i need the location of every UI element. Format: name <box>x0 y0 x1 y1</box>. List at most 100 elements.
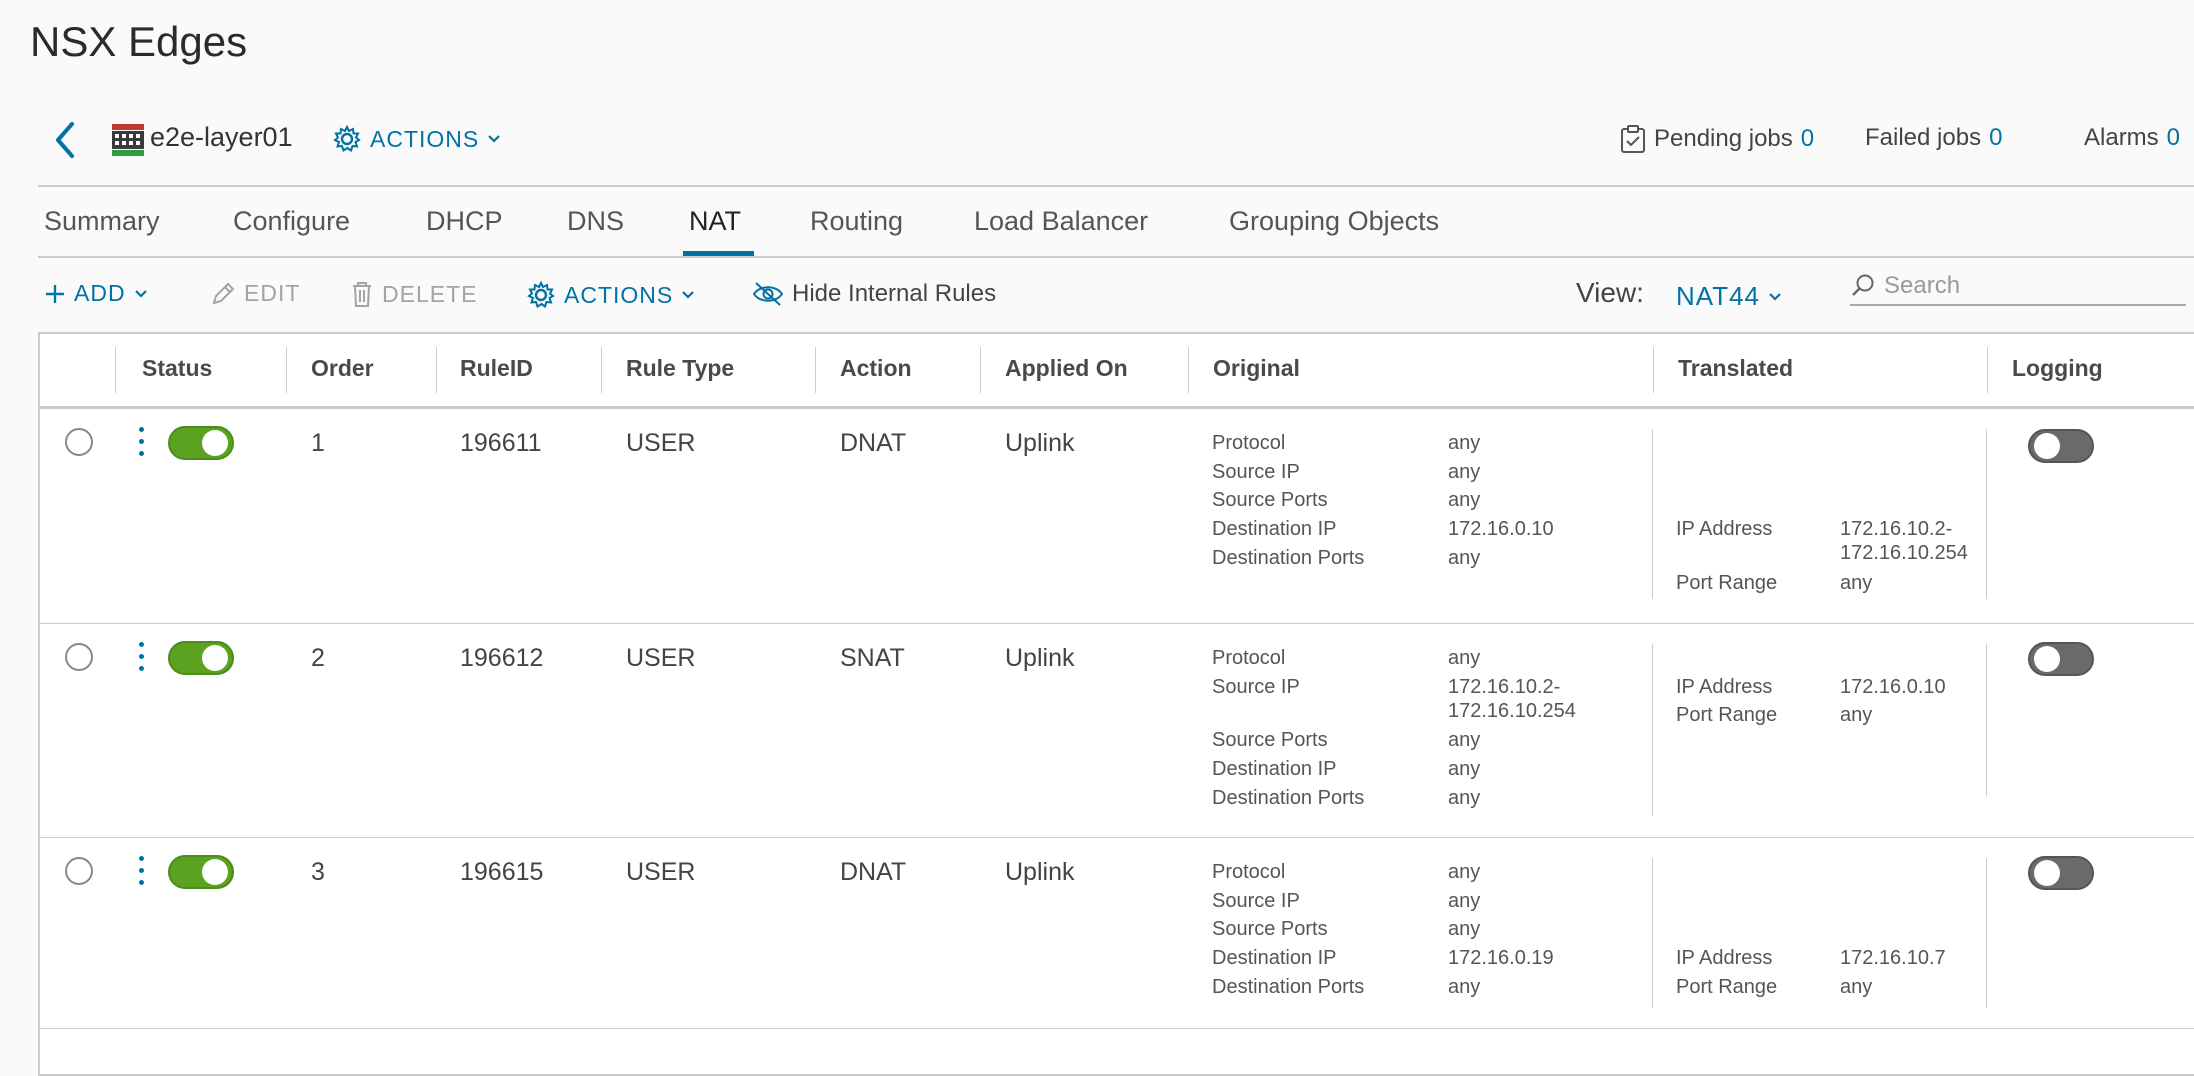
tab-load-balancer[interactable]: Load Balancer <box>974 206 1148 237</box>
tabs-divider <box>38 256 2194 258</box>
logging-toggle[interactable] <box>2028 429 2094 463</box>
table-row[interactable]: 3 196615 USER DNAT Uplink Protocol any S… <box>40 838 2194 1029</box>
column-header-applied-on[interactable]: Applied On <box>1005 355 1128 382</box>
tab-routing[interactable]: Routing <box>810 206 903 237</box>
original-value: any <box>1448 861 1481 883</box>
rule-id: 196615 <box>460 858 544 886</box>
cell-divider <box>1652 858 1653 1008</box>
row-menu-icon[interactable] <box>136 642 146 676</box>
logging-toggle[interactable] <box>2028 642 2094 676</box>
rule-action: SNAT <box>840 644 905 672</box>
rule-applied-on: Uplink <box>1005 644 1075 672</box>
add-button[interactable]: ADD <box>44 280 148 307</box>
tab-configure[interactable]: Configure <box>233 206 350 237</box>
clipboard-check-icon <box>1621 125 1645 153</box>
rule-id: 196612 <box>460 644 544 672</box>
hide-internal-rules-toggle[interactable]: Hide Internal Rules <box>752 280 996 308</box>
column-header-logging[interactable]: Logging <box>2012 355 2103 382</box>
rule-order: 2 <box>311 644 325 672</box>
cell-divider <box>1986 644 1987 796</box>
original-value: any <box>1448 461 1481 483</box>
translated-label: IP Address <box>1676 518 1773 540</box>
pending-jobs[interactable]: Pending jobs 0 <box>1620 124 1814 154</box>
tab-grouping-objects[interactable]: Grouping Objects <box>1229 206 1439 237</box>
original-value: any <box>1448 729 1481 751</box>
row-menu-icon[interactable] <box>136 856 146 890</box>
delete-label: DELETE <box>382 280 478 307</box>
grid-header: Status Order RuleID Rule Type Action App… <box>40 334 2194 409</box>
search-box <box>1850 268 2186 306</box>
column-header-rule-id[interactable]: RuleID <box>460 355 533 382</box>
alarms[interactable]: Alarms 0 <box>2084 124 2180 152</box>
original-label: Source IP <box>1212 461 1300 483</box>
column-header-status[interactable]: Status <box>142 355 212 382</box>
rule-actions-button[interactable]: ACTIONS <box>526 280 695 310</box>
row-select-radio[interactable] <box>65 857 93 885</box>
tab-nat[interactable]: NAT <box>689 206 741 237</box>
column-header-original[interactable]: Original <box>1213 355 1300 382</box>
column-separator <box>436 347 437 393</box>
column-header-translated[interactable]: Translated <box>1678 355 1793 382</box>
view-select-value: NAT44 <box>1676 281 1760 311</box>
original-label: Destination Ports <box>1212 976 1365 998</box>
column-header-action[interactable]: Action <box>840 355 912 382</box>
column-separator <box>286 347 287 393</box>
rule-type: USER <box>626 429 696 457</box>
edge-actions-button[interactable]: ACTIONS <box>332 124 501 154</box>
tab-summary[interactable]: Summary <box>44 206 160 237</box>
column-separator <box>1653 347 1654 393</box>
column-separator <box>1188 347 1189 393</box>
translated-value: any <box>1840 572 1873 594</box>
trash-icon <box>353 282 371 307</box>
hide-internal-rules-label: Hide Internal Rules <box>792 280 997 307</box>
status-toggle[interactable] <box>168 641 234 675</box>
original-label: Protocol <box>1212 432 1286 454</box>
original-label: Destination IP <box>1212 947 1337 969</box>
table-row[interactable]: 2 196612 USER SNAT Uplink Protocol any S… <box>40 624 2194 838</box>
chevron-down-icon <box>488 135 501 143</box>
edge-actions-label: ACTIONS <box>370 125 480 152</box>
column-header-rule-type[interactable]: Rule Type <box>626 355 734 382</box>
edit-button[interactable]: EDIT <box>210 280 300 307</box>
column-separator <box>601 347 602 393</box>
alarms-count[interactable]: 0 <box>2167 124 2180 151</box>
logging-toggle[interactable] <box>2028 856 2094 890</box>
original-value: any <box>1448 890 1481 912</box>
search-input[interactable] <box>1882 271 2176 301</box>
row-select-radio[interactable] <box>65 428 93 456</box>
translated-value: any <box>1840 704 1873 726</box>
tab-dns[interactable]: DNS <box>567 206 624 237</box>
back-arrow-icon[interactable] <box>50 118 80 162</box>
chevron-down-icon <box>134 289 147 298</box>
table-row[interactable]: 1 196611 USER DNAT Uplink Protocol any S… <box>40 409 2194 624</box>
rule-order: 3 <box>311 858 325 886</box>
translated-value-cont: 172.16.10.254 <box>1840 542 1968 564</box>
original-value-cont: 172.16.10.254 <box>1448 700 1576 722</box>
row-select-radio[interactable] <box>65 643 93 671</box>
rule-action: DNAT <box>840 429 907 457</box>
view-label: View: <box>1576 277 1644 308</box>
original-value: 172.16.0.19 <box>1448 947 1554 969</box>
edge-name: e2e-layer01 <box>150 122 293 152</box>
translated-value: 172.16.10.7 <box>1840 947 1946 969</box>
rule-order: 1 <box>311 429 325 457</box>
cell-divider <box>1652 644 1653 816</box>
chevron-down-icon <box>1769 292 1781 301</box>
status-toggle[interactable] <box>168 855 234 889</box>
tab-dhcp[interactable]: DHCP <box>426 206 503 237</box>
status-toggle[interactable] <box>168 426 234 460</box>
row-menu-icon[interactable] <box>136 427 146 461</box>
original-label: Destination IP <box>1212 518 1337 540</box>
cell-divider <box>1986 858 1987 1008</box>
column-header-order[interactable]: Order <box>311 355 374 382</box>
delete-button[interactable]: DELETE <box>350 280 477 308</box>
original-value: any <box>1448 647 1481 669</box>
pending-jobs-count[interactable]: 0 <box>1801 125 1814 152</box>
original-label: Destination Ports <box>1212 547 1365 569</box>
failed-jobs-count[interactable]: 0 <box>1989 124 2002 151</box>
page-title: NSX Edges <box>30 18 248 65</box>
alarms-label: Alarms <box>2084 124 2159 151</box>
failed-jobs[interactable]: Failed jobs 0 <box>1865 124 2002 152</box>
view-select[interactable]: NAT44 <box>1676 281 1782 312</box>
original-value: any <box>1448 432 1481 454</box>
